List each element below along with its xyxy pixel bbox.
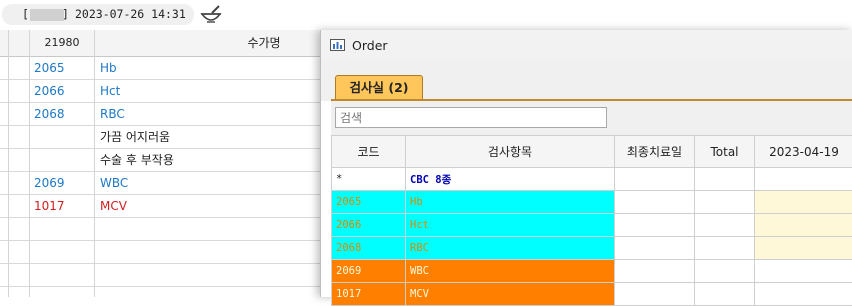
order-cell[interactable] <box>615 283 695 306</box>
row-name: Hb <box>100 57 117 80</box>
order-cell[interactable] <box>695 191 755 214</box>
bracket-open: [ <box>22 4 29 25</box>
window-titlebar[interactable]: Order <box>321 30 852 61</box>
order-window: Order 검사실 (2) 코드 검사항목 최종치료일 Total 2023-0… <box>320 30 852 297</box>
row-name: WBC <box>100 172 128 195</box>
row-code: 2068 <box>34 103 65 126</box>
table-row[interactable]: 2068 RBC <box>0 103 320 126</box>
row-name: RBC <box>100 103 125 126</box>
order-cell[interactable] <box>615 214 695 237</box>
order-table-header: 코드 검사항목 최종치료일 Total 2023-04-19 <box>332 136 852 168</box>
fee-grid: 21980 수가명 2065 Hb 2066 Hct 2068 RBC가끔 어지러움수술 … <box>0 30 320 297</box>
table-row[interactable] <box>0 264 320 287</box>
order-code: * <box>332 168 406 191</box>
mortar-pestle-icon[interactable] <box>200 4 222 24</box>
order-item: WBC <box>406 260 615 283</box>
table-row[interactable] <box>0 241 320 264</box>
order-cell[interactable] <box>615 237 695 260</box>
order-cell[interactable] <box>695 260 755 283</box>
table-row[interactable] <box>0 218 320 241</box>
order-cell[interactable] <box>755 260 852 283</box>
order-cell[interactable] <box>755 168 852 191</box>
order-row[interactable]: 2068RBC <box>332 237 852 260</box>
row-code: 2065 <box>34 57 65 80</box>
column-header-total[interactable]: Total <box>695 136 755 168</box>
order-code: 2069 <box>332 260 406 283</box>
grid-divider <box>94 30 95 297</box>
order-row[interactable]: 2065Hb <box>332 191 852 214</box>
row-code: 2069 <box>34 172 65 195</box>
order-cell[interactable] <box>615 191 695 214</box>
row-name: 수술 후 부작용 <box>100 149 174 172</box>
column-header-code[interactable]: 코드 <box>332 136 406 168</box>
order-item: MCV <box>406 283 615 306</box>
order-row[interactable]: 2066Hct <box>332 214 852 237</box>
order-row[interactable]: 2069WBC <box>332 260 852 283</box>
tab-lab[interactable]: 검사실 (2) <box>335 75 423 99</box>
order-item: Hct <box>406 214 615 237</box>
row-code: 1017 <box>34 195 65 218</box>
table-row[interactable]: 2066 Hct <box>0 80 320 103</box>
order-cell[interactable] <box>755 191 852 214</box>
order-table: 코드 검사항목 최종치료일 Total 2023-04-19 *CBC 8종20… <box>331 135 852 306</box>
table-row[interactable]: 가끔 어지러움 <box>0 126 320 149</box>
window-app-icon <box>330 39 345 51</box>
order-item: CBC 8종 <box>406 168 615 191</box>
masked-name <box>30 9 64 21</box>
order-cell[interactable] <box>755 283 852 306</box>
order-cell[interactable] <box>695 283 755 306</box>
order-row[interactable]: 1017MCV <box>332 283 852 306</box>
bracket-close: ] <box>62 4 69 25</box>
order-cell[interactable] <box>615 260 695 283</box>
order-cell[interactable] <box>755 214 852 237</box>
visit-datetime: 2023-07-26 14:31 <box>75 4 186 25</box>
order-code: 1017 <box>332 283 406 306</box>
table-row[interactable]: 수술 후 부작용 <box>0 149 320 172</box>
row-code: 2066 <box>34 80 65 103</box>
order-cell[interactable] <box>695 214 755 237</box>
row-name: 가끔 어지러움 <box>100 126 170 149</box>
grid-divider <box>29 30 30 297</box>
grid-divider <box>8 30 9 297</box>
order-code: 2066 <box>332 214 406 237</box>
order-code: 2068 <box>332 237 406 260</box>
column-header-last-date[interactable]: 최종치료일 <box>615 136 695 168</box>
order-cell[interactable] <box>615 168 695 191</box>
row-name: Hct <box>100 80 120 103</box>
order-cell[interactable] <box>755 237 852 260</box>
window-title: Order <box>352 30 388 61</box>
grid-header-code: 21980 <box>30 30 94 56</box>
order-row[interactable]: *CBC 8종 <box>332 168 852 191</box>
order-item: RBC <box>406 237 615 260</box>
search-input[interactable] <box>335 107 607 128</box>
order-code: 2065 <box>332 191 406 214</box>
top-bar: [ ] 2023-07-26 14:31 <box>0 0 852 30</box>
table-row[interactable]: 2065 Hb <box>0 57 320 80</box>
column-header-item[interactable]: 검사항목 <box>406 136 615 168</box>
grid-header: 21980 수가명 <box>0 30 320 57</box>
patient-tag: [ ] 2023-07-26 14:31 <box>2 4 194 25</box>
table-row[interactable]: 1017 MCV <box>0 195 320 218</box>
tab-underline <box>331 99 852 101</box>
order-cell[interactable] <box>695 168 755 191</box>
table-row[interactable]: 2069 WBC <box>0 172 320 195</box>
row-name: MCV <box>100 195 127 218</box>
column-header-date[interactable]: 2023-04-19 <box>755 136 852 168</box>
order-cell[interactable] <box>695 237 755 260</box>
order-item: Hb <box>406 191 615 214</box>
